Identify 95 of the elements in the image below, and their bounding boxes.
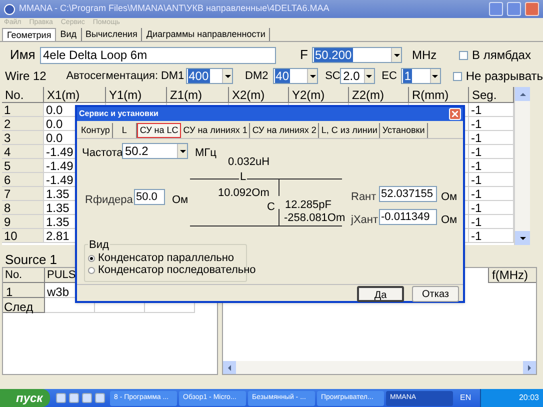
dropdown-arrow-icon[interactable] [394,54,400,56]
checkbox[interactable] [452,72,462,80]
field-label: DM1 [160,68,186,84]
column-header[interactable]: No. [2,87,44,103]
dropdown[interactable]: 50.2 [122,143,188,159]
dropdown-arrow-icon[interactable] [432,74,438,78]
row-header: 3 [2,131,44,145]
tab[interactable]: СУ на LC [136,123,182,138]
antenna-input-field[interactable]: -0.011349 [379,209,437,225]
inductor-label: L [239,172,248,183]
column-header[interactable]: Y1(m) [106,87,167,103]
name-input-field[interactable]: 4ele Delta Loop 6m [40,46,276,64]
app-icon [4,4,15,14]
close-icon[interactable] [452,111,458,117]
scroll-right-icon[interactable] [528,364,531,370]
column-header[interactable]: X1(m) [44,87,106,103]
unit-label: Ом [441,213,458,228]
field-label: Имя [10,46,36,64]
minimize-button[interactable] [489,2,503,16]
feeder-input-field[interactable]: 50.0 [134,189,165,205]
radio-label: Конденсатор параллельно [98,251,234,265]
dialog-button[interactable]: Да [357,286,404,302]
row-header: 1 [2,103,44,117]
column-header[interactable]: X2(m) [229,87,289,103]
row-header: 4 [2,145,44,159]
dropdown-arrow-icon[interactable] [224,74,231,78]
row-header: 5 [2,159,44,173]
scroll-left-icon[interactable] [228,364,231,370]
radio-label: Конденсатор последовательно [98,264,256,278]
unit-label: Ом [441,190,458,205]
column-header[interactable]: f(MHz) [488,268,536,283]
wire-count-label: Wire 12 [5,68,48,85]
dropdown[interactable]: 2.0 [340,68,375,84]
field-label: jXант [351,213,378,228]
group-title: Вид [88,237,110,254]
scroll-up-icon[interactable] [520,92,526,96]
field-label: F [300,46,309,64]
close-button[interactable] [449,108,461,120]
scrollbar[interactable] [514,87,530,245]
field-label: SC [325,68,340,84]
column-header[interactable]: No. [3,268,45,283]
dropdown[interactable]: 50.200 [312,47,402,63]
field-label: Автосегментация: [66,68,160,84]
column-header[interactable]: R(mm) [409,87,469,103]
unit-label: МГц [195,146,216,161]
row-header: 10 [2,229,44,243]
inductance-value: 0.032uH [228,155,270,170]
tab[interactable]: СУ на линиях 2 [250,123,320,138]
row-header: 7 [2,187,44,201]
antenna-input-field[interactable]: 52.037155 [379,186,437,202]
capacitance-value: 12.285pF [285,198,332,213]
start-button[interactable]: пуск [0,389,50,407]
dropdown[interactable]: 1 [401,68,441,84]
column-header[interactable]: Y2(m) [289,87,349,103]
row-header: 1 [3,283,45,298]
unit-label: Ом [172,193,188,208]
inductor-reactance: 10.092Om [218,186,270,201]
dialog-button[interactable]: Отказ [412,286,459,302]
row-header: 8 [2,201,44,215]
capacitor-reactance: -258.081Om [284,211,346,226]
horizontal-scrollbar[interactable] [223,361,536,374]
checkbox-label: Не разрывать [466,68,543,85]
column-header[interactable]: Seg. [469,87,514,103]
window-title: MMANA - C:\Program Files\MMANA\ANT\УКВ направленные\4DELTA6.MAA [19,2,330,16]
row-header: 2 [2,117,44,131]
field-label: Rант [351,190,376,205]
column-header[interactable]: Z1(m) [167,87,229,103]
dropdown[interactable]: 40 [272,68,318,84]
language-indicator[interactable]: EN [460,392,480,404]
row-header: 9 [2,215,44,229]
tab[interactable]: Геометрия [2,28,56,41]
tab[interactable]: L, C из линии [319,123,380,138]
radio-button[interactable] [88,254,95,262]
unit-label: MHz [412,47,438,64]
column-header[interactable]: Z2(m) [349,87,409,103]
radio-button[interactable] [88,266,95,274]
section-title: Source 1 [5,251,58,266]
tab[interactable]: СУ на линиях 1 [181,123,250,138]
clock: 20:03 [518,392,539,404]
tab[interactable]: Контур [79,123,113,138]
dropdown-arrow-icon[interactable] [180,150,186,152]
restore-button[interactable] [507,2,521,16]
dropdown[interactable]: 400 [186,68,234,84]
row-header[interactable]: След [3,298,45,313]
checkbox-label: В лямбдах [472,47,531,64]
dropdown-arrow-icon[interactable] [310,74,316,78]
field-label: EC [382,68,398,84]
checkbox[interactable] [459,50,468,60]
capacitor-label: C [267,200,275,215]
field-label: DM2 [245,68,270,84]
scroll-down-icon[interactable] [520,236,526,240]
dropdown-arrow-icon[interactable] [366,74,372,78]
tab[interactable]: Установки [380,123,428,138]
close-button[interactable] [525,2,539,16]
row-header: 6 [2,173,44,187]
